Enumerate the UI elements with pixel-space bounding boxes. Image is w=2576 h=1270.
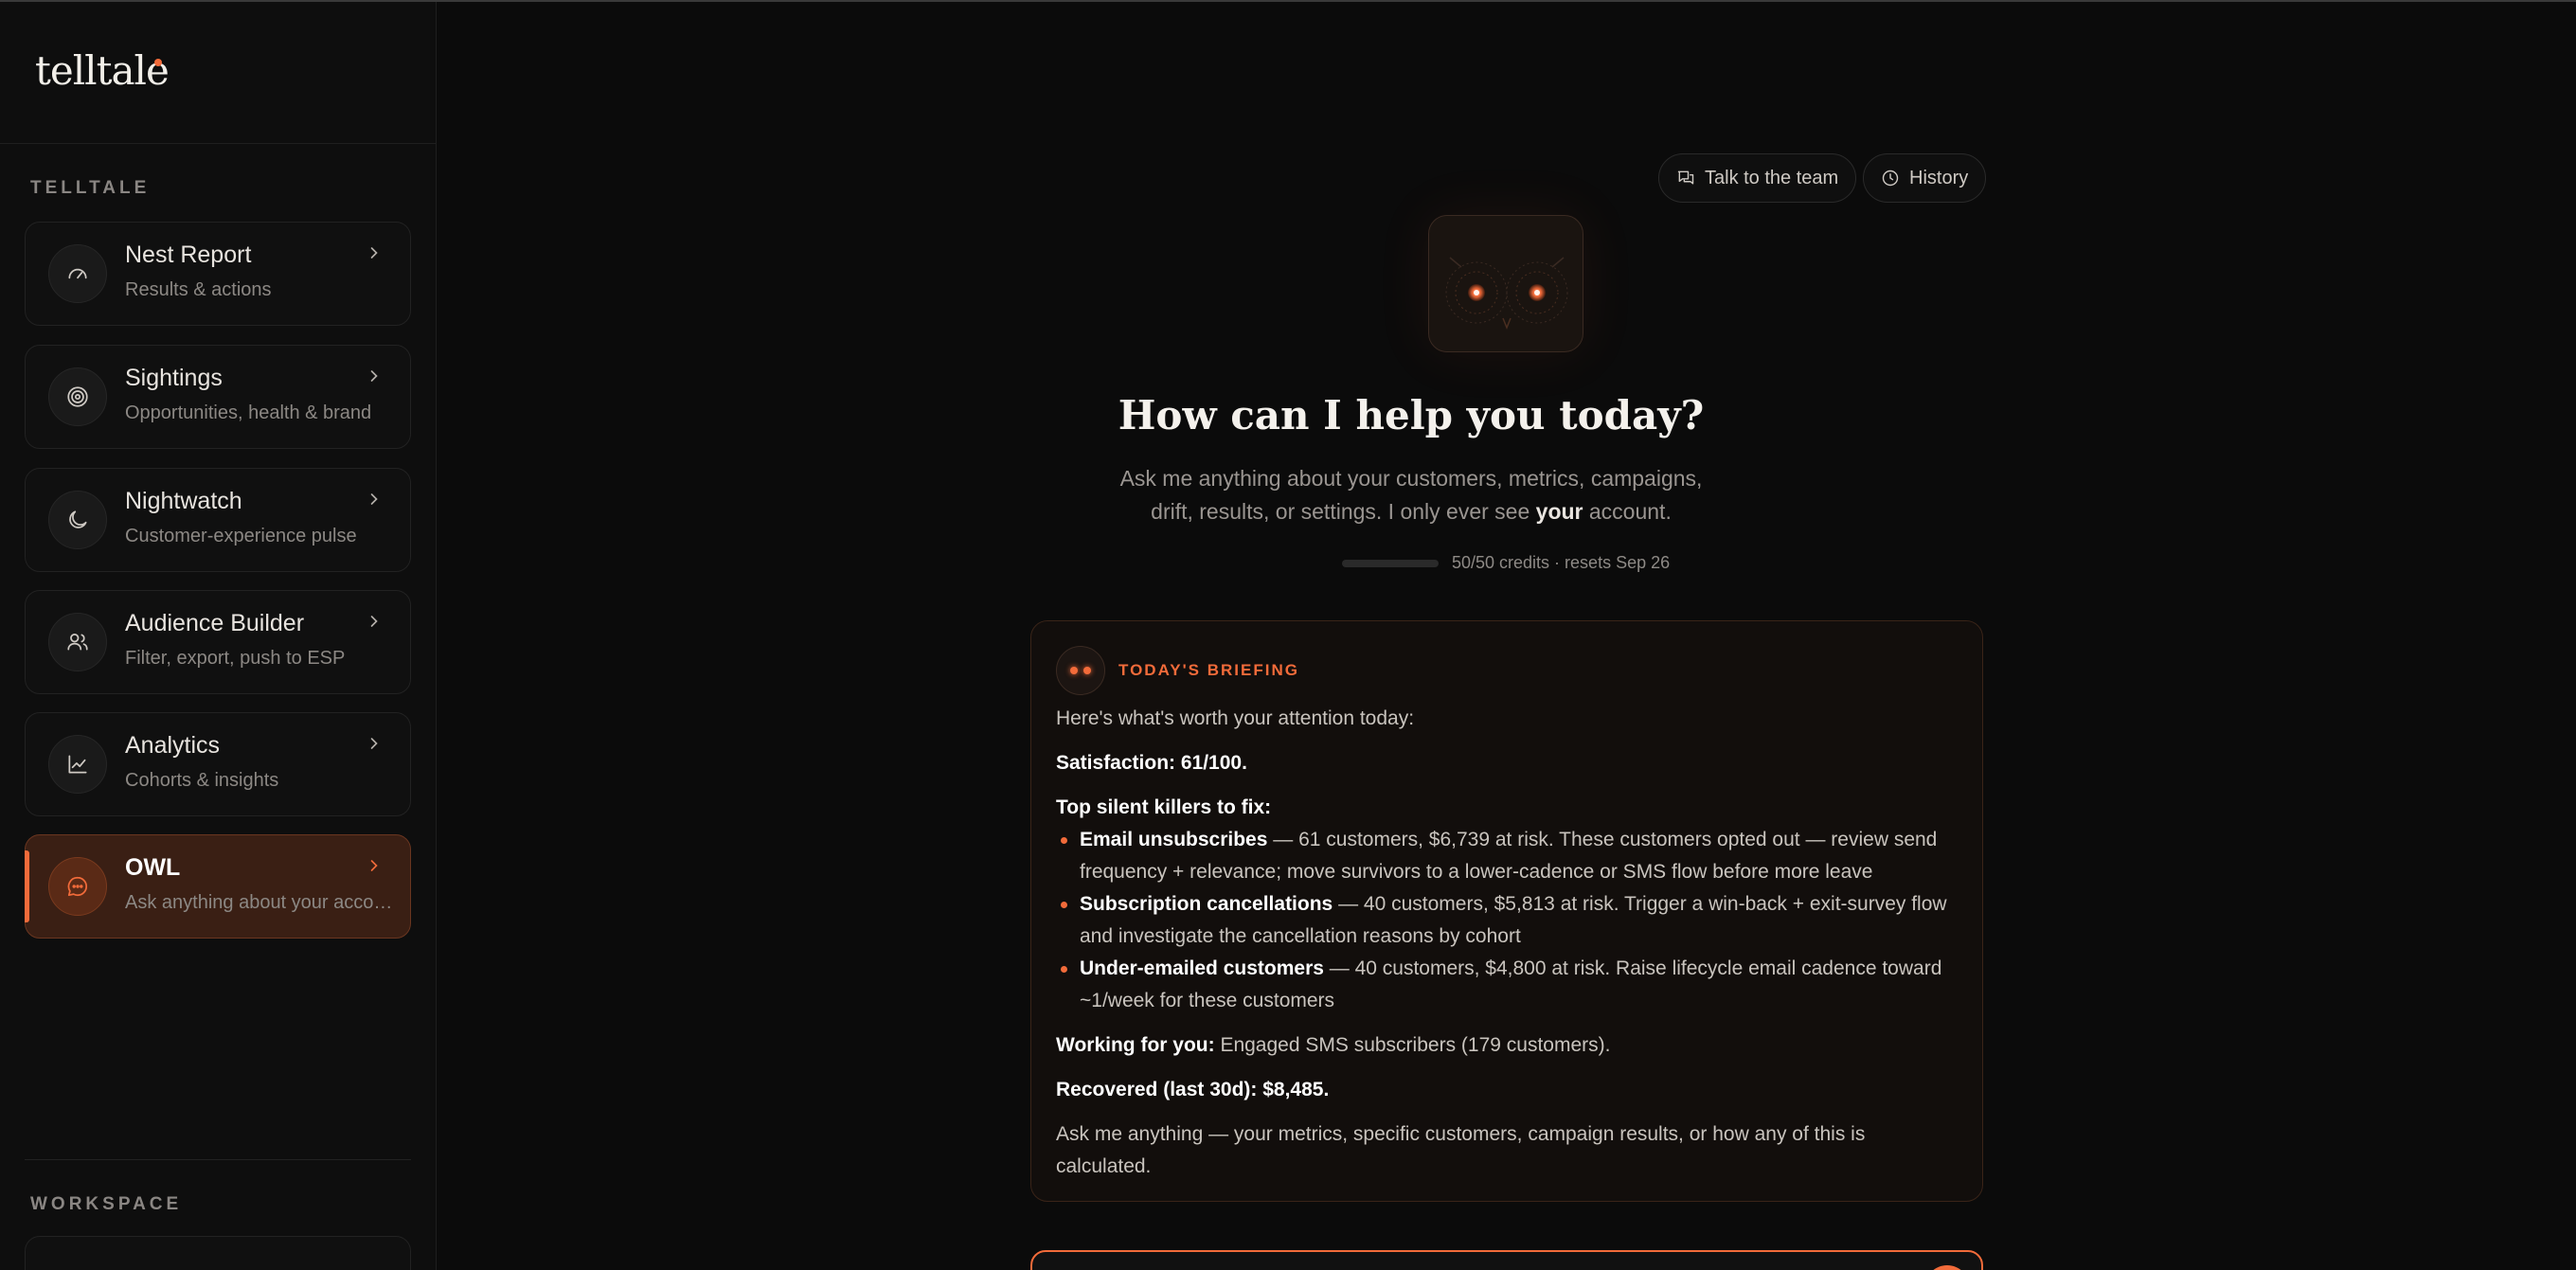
nav-subtitle: Filter, export, push to ESP bbox=[125, 648, 346, 669]
section-label-telltale: TELLTALE bbox=[30, 178, 151, 198]
nav-subtitle: Customer-experience pulse bbox=[125, 526, 357, 546]
users-icon bbox=[48, 613, 107, 671]
briefing-satisfaction: Satisfaction: 61/100. bbox=[1056, 752, 1247, 774]
killer-name: Subscription cancellations bbox=[1080, 893, 1333, 915]
chevron-right-icon bbox=[370, 616, 378, 627]
message-input[interactable] bbox=[1030, 1250, 1983, 1270]
nav-title: Sightings bbox=[125, 365, 223, 391]
briefing-killers-heading: Top silent killers to fix: bbox=[1056, 796, 1272, 818]
nav-title: Nightwatch bbox=[125, 488, 242, 514]
nav-subtitle: Cohorts & insights bbox=[125, 770, 279, 791]
briefing-card: TODAY'S BRIEFING Here's what's worth you… bbox=[1030, 620, 1983, 1202]
sidebar-divider bbox=[25, 1159, 411, 1160]
list-item: Email unsubscribes — 61 customers, $6,73… bbox=[1056, 824, 1959, 888]
nav-subtitle: Opportunities, health & brand bbox=[125, 402, 372, 423]
credits-text: 50/50 credits · resets Sep 26 bbox=[1452, 553, 1671, 572]
history-button[interactable]: History bbox=[1863, 153, 1987, 203]
chevron-right-icon bbox=[370, 860, 378, 871]
briefing-outro: Ask me anything — your metrics, specific… bbox=[1056, 1123, 1866, 1177]
sidebar-item-analytics[interactable]: Analytics Cohorts & insights bbox=[25, 712, 411, 816]
main-content: Talk to the team History How can I help … bbox=[438, 2, 2576, 1270]
chevron-right-icon bbox=[370, 247, 378, 259]
telltale-logo[interactable]: telltale bbox=[35, 47, 170, 94]
briefing-header: TODAY'S BRIEFING bbox=[1056, 646, 1299, 695]
hero-subtitle-after: account. bbox=[1583, 499, 1672, 524]
killer-name: Email unsubscribes bbox=[1080, 829, 1268, 850]
moon-icon bbox=[48, 491, 107, 549]
target-icon bbox=[48, 367, 107, 426]
line-chart-icon bbox=[48, 735, 107, 794]
killers-list: Email unsubscribes — 61 customers, $6,73… bbox=[1056, 824, 1959, 1017]
gauge-icon bbox=[48, 244, 107, 303]
chevron-right-icon bbox=[370, 738, 378, 749]
sidebar-item-audience-builder[interactable]: Audience Builder Filter, export, push to… bbox=[25, 590, 411, 694]
list-item: Under-emailed customers — 40 customers, … bbox=[1056, 953, 1959, 1017]
clock-icon bbox=[1882, 170, 1899, 187]
sidebar: telltale TELLTALE Nest Report Results & … bbox=[0, 2, 437, 1270]
working-text: Engaged SMS subscribers (179 customers). bbox=[1214, 1034, 1611, 1056]
nav-title: Analytics bbox=[125, 732, 221, 759]
owl-icon bbox=[1445, 257, 1568, 331]
sidebar-item-nightwatch[interactable]: Nightwatch Customer-experience pulse bbox=[25, 468, 411, 572]
nav-subtitle: Results & actions bbox=[125, 279, 272, 300]
history-label: History bbox=[1909, 167, 1969, 188]
killer-name: Under-emailed customers bbox=[1080, 957, 1324, 979]
chat-bubbles-icon bbox=[1677, 170, 1694, 185]
talk-to-team-label: Talk to the team bbox=[1705, 167, 1839, 188]
list-item: Subscription cancellations — 40 customer… bbox=[1056, 888, 1959, 953]
nav-title: OWL bbox=[125, 854, 181, 881]
chat-bubble-icon bbox=[48, 857, 107, 916]
nav-title: Audience Builder bbox=[125, 610, 305, 636]
briefing-label: TODAY'S BRIEFING bbox=[1118, 661, 1299, 679]
section-label-workspace: WORKSPACE bbox=[30, 1194, 183, 1214]
sidebar-item-owl[interactable]: OWL Ask anything about your account bbox=[25, 834, 411, 939]
credits-indicator: 50/50 credits · resets Sep 26 bbox=[1342, 553, 1670, 573]
nav-subtitle: Ask anything about your account bbox=[125, 892, 396, 913]
nav-title: Nest Report bbox=[125, 241, 252, 268]
chevron-right-icon bbox=[370, 370, 378, 382]
briefing-recovered: Recovered (last 30d): $8,485. bbox=[1056, 1079, 1330, 1100]
chevron-right-icon bbox=[370, 493, 378, 505]
briefing-body: Here's what's worth your attention today… bbox=[1056, 703, 1959, 1195]
credits-progress-bar bbox=[1342, 559, 1439, 567]
sidebar-item-sightings[interactable]: Sightings Opportunities, health & brand bbox=[25, 345, 411, 449]
working-label: Working for you: bbox=[1056, 1034, 1215, 1056]
brand-header: telltale bbox=[0, 2, 436, 144]
page-title: How can I help you today? bbox=[1118, 392, 1705, 438]
logo-dot bbox=[154, 59, 162, 66]
hero-subtitle: Ask me anything about your customers, me… bbox=[1100, 462, 1722, 528]
talk-to-team-button[interactable]: Talk to the team bbox=[1658, 153, 1857, 203]
owl-mini-icon bbox=[1056, 646, 1105, 695]
sidebar-item-workspace[interactable] bbox=[25, 1236, 411, 1270]
owl-avatar bbox=[1428, 215, 1583, 352]
send-button[interactable] bbox=[1924, 1265, 1970, 1270]
hero-subtitle-bold: your bbox=[1535, 499, 1583, 524]
sidebar-item-nest-report[interactable]: Nest Report Results & actions bbox=[25, 222, 411, 326]
briefing-intro: Here's what's worth your attention today… bbox=[1056, 707, 1415, 729]
